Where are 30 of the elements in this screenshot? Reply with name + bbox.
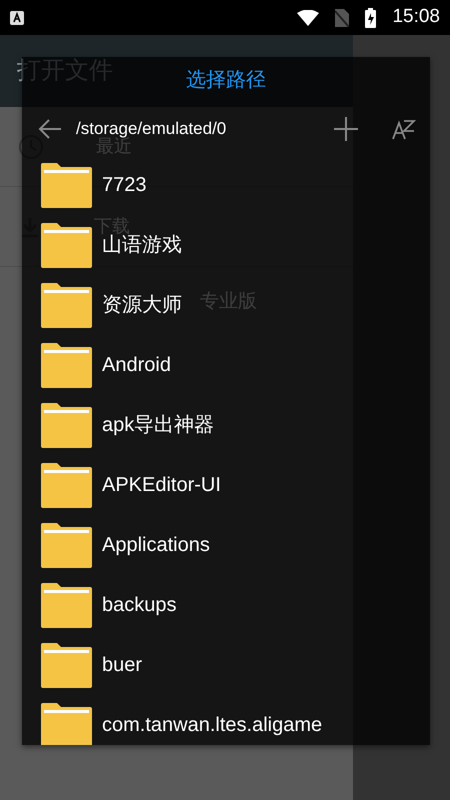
folder-icon: [41, 702, 92, 745]
folder-name[interactable]: Applications: [102, 530, 210, 560]
folder-icon: [41, 222, 92, 268]
notification-icon: [10, 10, 24, 24]
sort-icon[interactable]: [392, 118, 416, 140]
battery-charging-icon: [365, 8, 376, 28]
folder-icon: [41, 282, 92, 328]
dialog-title: 选择路径: [186, 68, 266, 94]
wifi-icon: [297, 10, 320, 26]
folder-name[interactable]: Android: [102, 350, 171, 380]
add-icon[interactable]: [334, 117, 358, 142]
no-sim-icon: [335, 8, 350, 26]
folder-icon: [41, 402, 92, 448]
path-text: /storage/emulated/0: [76, 118, 226, 138]
folder-name[interactable]: buer: [102, 650, 142, 680]
folder-icon: [41, 342, 92, 388]
folder-icon: [41, 522, 92, 568]
folder-name[interactable]: backups: [102, 590, 176, 620]
back-arrow-icon[interactable]: [38, 119, 62, 140]
folder-name[interactable]: APKEditor-UI: [102, 470, 221, 500]
folder-name[interactable]: 山语游戏: [102, 230, 182, 260]
folder-icon: [41, 642, 92, 688]
folder-name[interactable]: com.tanwan.ltes.aligame: [102, 710, 322, 740]
folder-icon: [41, 462, 92, 508]
folder-icon: [41, 582, 92, 628]
folder-name[interactable]: 资源大师: [102, 290, 182, 320]
clock-time: 15:08: [392, 5, 440, 30]
folder-name[interactable]: 7723: [102, 170, 146, 200]
folder-name[interactable]: apk导出神器: [102, 410, 214, 440]
folder-icon: [41, 162, 92, 208]
